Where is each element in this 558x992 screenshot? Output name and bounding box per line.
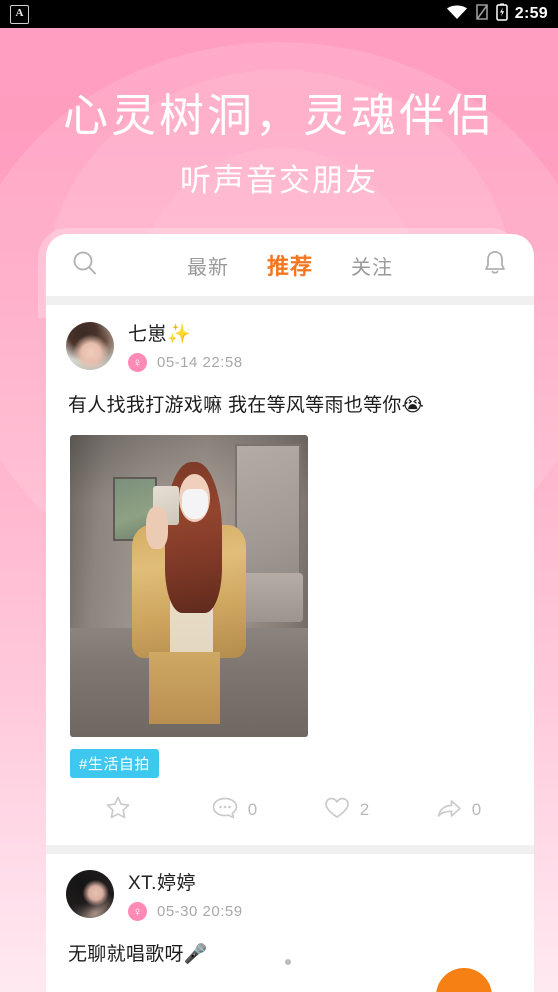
post-subline: ♀ 05-30 20:59 [128, 901, 243, 921]
share-count: 0 [471, 800, 482, 819]
post-hashtag[interactable]: #生活自拍 [70, 748, 159, 778]
signal-off-icon [475, 3, 489, 26]
search-button[interactable] [68, 248, 102, 282]
comment-button[interactable]: 0 [178, 795, 290, 826]
post-meta: 七崽✨ ♀ 05-14 22:58 [128, 319, 243, 372]
post-image[interactable] [70, 434, 308, 737]
post-header: 七崽✨ ♀ 05-14 22:58 [66, 305, 514, 380]
gender-female-icon: ♀ [128, 353, 147, 372]
promo-banner: 心灵树洞，灵魂伴侣 听声音交朋友 [0, 28, 558, 200]
share-icon [435, 795, 463, 826]
post-item[interactable]: XT.婷婷 ♀ 05-30 20:59 无聊就唱歌呀🎤 [46, 853, 534, 977]
post-separator [46, 844, 534, 854]
feed-card: 最新 推荐 关注 七崽✨ ♀ 05-14 22:58 有人找我打游戏嘛 我在等风… [46, 234, 534, 992]
post-timestamp: 05-14 22:58 [157, 354, 243, 371]
bell-icon [481, 248, 509, 283]
share-button[interactable]: 0 [402, 795, 514, 826]
nav-separator [46, 296, 534, 305]
post-meta: XT.婷婷 ♀ 05-30 20:59 [128, 868, 243, 921]
banner-subtitle: 听声音交朋友 [180, 162, 378, 198]
post-author-name[interactable]: 七崽✨ [128, 319, 243, 346]
like-button[interactable]: 2 [290, 795, 402, 826]
app-indicator-icon: A [10, 4, 29, 24]
tab-bar: 最新 推荐 关注 [102, 249, 478, 281]
clock: 2:59 [514, 5, 548, 22]
comment-count: 0 [247, 800, 258, 819]
tab-following[interactable]: 关注 [351, 251, 393, 280]
wifi-icon [446, 4, 468, 25]
search-icon [70, 248, 100, 283]
favorite-button[interactable] [66, 794, 178, 827]
status-bar: A 2:59 [0, 0, 558, 28]
status-bar-left: A [10, 4, 29, 24]
top-nav-bar: 最新 推荐 关注 [46, 234, 534, 296]
post-header: XT.婷婷 ♀ 05-30 20:59 [66, 854, 514, 929]
avatar[interactable] [66, 321, 114, 370]
post-author-name[interactable]: XT.婷婷 [128, 868, 243, 895]
star-icon [104, 794, 132, 827]
image-detail-legs [148, 651, 220, 725]
notifications-button[interactable] [478, 248, 512, 282]
phone-screen: A 2:59 心灵树洞，灵魂伴侣 听声音交朋友 最新 推荐 关注 七崽✨ ♀ 0… [0, 0, 558, 992]
image-detail-arm [146, 506, 168, 550]
post-body-text: 无聊就唱歌呀🎤 [68, 943, 208, 965]
like-count: 2 [359, 800, 370, 819]
post-timestamp: 05-30 20:59 [157, 902, 243, 920]
banner-title: 心灵树洞，灵魂伴侣 [62, 90, 495, 141]
battery-charging-icon [496, 3, 508, 26]
heart-icon [323, 795, 351, 826]
post-action-bar: 0 2 0 [66, 778, 514, 845]
avatar[interactable] [66, 870, 114, 918]
loading-indicator-dot [285, 959, 291, 965]
comment-icon [211, 795, 239, 826]
status-bar-right: 2:59 [446, 3, 548, 26]
post-body-text: 有人找我打游戏嘛 我在等风等雨也等你😭 [68, 395, 425, 416]
post-item[interactable]: 七崽✨ ♀ 05-14 22:58 有人找我打游戏嘛 我在等风等雨也等你😭 #生… [46, 305, 534, 845]
post-subline: ♀ 05-14 22:58 [128, 353, 243, 372]
tab-latest[interactable]: 最新 [187, 251, 229, 280]
gender-female-icon: ♀ [128, 901, 147, 921]
tab-recommended[interactable]: 推荐 [267, 249, 313, 281]
image-detail-mask [181, 488, 209, 520]
